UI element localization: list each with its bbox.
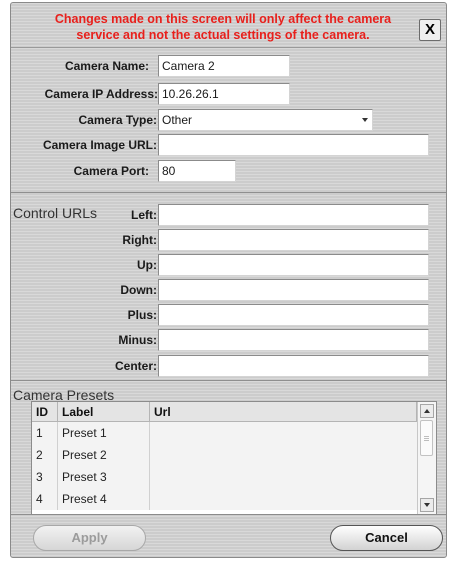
camera-details-section: Camera Name: Camera 2 Camera IP Address:…	[11, 47, 446, 193]
presets-scrollbar[interactable]	[417, 402, 436, 514]
preset-id: 3	[32, 466, 58, 488]
table-row[interactable]: 1 Preset 1	[32, 422, 417, 444]
control-url-up-input[interactable]	[158, 254, 429, 276]
camera-image-url-input[interactable]	[158, 134, 429, 156]
grip-line	[424, 440, 429, 441]
preset-id: 4	[32, 488, 58, 510]
scroll-down-button[interactable]	[420, 498, 434, 512]
camera-name-input[interactable]: Camera 2	[158, 55, 290, 77]
warning-message: Changes made on this screen will only af…	[54, 12, 392, 42]
control-url-minus-label: Minus:	[118, 333, 157, 347]
chevron-down-icon[interactable]	[362, 118, 368, 122]
preset-url	[150, 422, 417, 444]
apply-button[interactable]: Apply	[33, 525, 146, 551]
dialog-header: Changes made on this screen will only af…	[11, 3, 446, 48]
control-url-plus-label: Plus:	[127, 308, 157, 322]
column-header-label[interactable]: Label	[58, 402, 150, 422]
preset-label: Preset 1	[58, 422, 150, 444]
control-url-left-label: Left:	[131, 208, 157, 222]
control-url-left-input[interactable]	[158, 204, 429, 226]
preset-label: Preset 4	[58, 488, 150, 510]
camera-ip-input[interactable]: 10.26.26.1	[158, 83, 290, 105]
control-url-plus-input[interactable]	[158, 304, 429, 326]
scroll-down-arrow-icon	[424, 503, 430, 507]
control-url-up-label: Up:	[137, 258, 157, 272]
camera-type-label: Camera Type:	[78, 113, 157, 127]
control-url-down-label: Down:	[120, 283, 157, 297]
control-url-right-input[interactable]	[158, 229, 429, 251]
camera-ip-label: Camera IP Address:	[44, 87, 158, 101]
preset-url	[150, 444, 417, 466]
control-url-right-label: Right:	[122, 233, 157, 247]
close-button[interactable]: X	[419, 19, 441, 41]
camera-type-select[interactable]: Other	[158, 109, 373, 131]
close-icon: X	[424, 21, 435, 38]
preset-label: Preset 3	[58, 466, 150, 488]
grip-line	[424, 436, 429, 437]
table-row[interactable]: 3 Preset 3	[32, 466, 417, 488]
cancel-button[interactable]: Cancel	[330, 525, 443, 551]
camera-port-label: Camera Port:	[73, 164, 149, 178]
control-url-center-input[interactable]	[158, 355, 429, 377]
camera-settings-dialog: Changes made on this screen will only af…	[10, 2, 447, 558]
scroll-up-button[interactable]	[420, 404, 434, 418]
grip-line	[424, 438, 429, 439]
preset-id: 1	[32, 422, 58, 444]
camera-type-value: Other	[162, 113, 193, 127]
control-urls-section: Control URLs Left: Right: Up: Down: Plus…	[11, 193, 446, 381]
control-url-down-input[interactable]	[158, 279, 429, 301]
preset-url	[150, 466, 417, 488]
preset-url	[150, 488, 417, 510]
preset-label: Preset 2	[58, 444, 150, 466]
column-header-id[interactable]: ID	[32, 402, 58, 422]
control-url-center-label: Center:	[114, 359, 157, 373]
table-row[interactable]: 4 Preset 4	[32, 488, 417, 510]
scroll-up-arrow-icon	[424, 409, 430, 413]
camera-name-label: Camera Name:	[64, 59, 149, 73]
control-url-minus-input[interactable]	[158, 329, 429, 351]
table-row[interactable]: 2 Preset 2	[32, 444, 417, 466]
column-header-url[interactable]: Url	[150, 402, 417, 422]
presets-table: ID Label Url 1 Preset 1 2 Preset 2 3 Pre…	[31, 401, 437, 515]
preset-id: 2	[32, 444, 58, 466]
scrollbar-thumb[interactable]	[420, 420, 433, 456]
camera-image-url-label: Camera Image URL:	[42, 138, 157, 152]
camera-port-input[interactable]: 80	[158, 160, 236, 182]
